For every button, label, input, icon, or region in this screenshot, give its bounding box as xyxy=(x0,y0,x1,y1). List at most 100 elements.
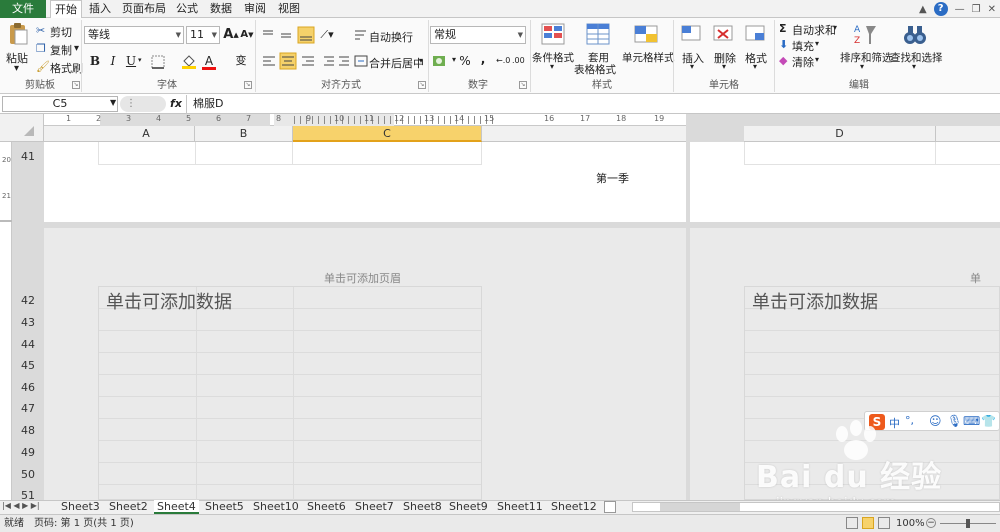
minimize-icon[interactable]: — xyxy=(955,4,965,15)
sort-dropdown-icon[interactable]: ▾ xyxy=(860,62,864,71)
insert-function-button[interactable]: fx xyxy=(168,96,184,112)
number-format-select[interactable]: 常规 ▼ xyxy=(430,26,526,44)
row-header-46[interactable]: 46 xyxy=(12,381,44,394)
page-layout-view-icon[interactable] xyxy=(862,517,874,529)
row-header-48[interactable]: 48 xyxy=(12,424,44,437)
accounting-icon[interactable] xyxy=(432,54,452,68)
copy-button[interactable]: 复制 xyxy=(50,42,72,58)
tab-page-layout[interactable]: 页面布局 xyxy=(118,0,170,18)
paste-icon[interactable] xyxy=(6,22,30,46)
indent-icons[interactable] xyxy=(322,54,352,68)
italic-button[interactable]: I xyxy=(104,52,122,70)
clipboard-launcher-icon[interactable]: ↘ xyxy=(72,81,80,89)
font-name-select[interactable]: 等线 ▼ xyxy=(84,26,184,44)
header-placeholder-right[interactable]: 单 xyxy=(970,270,981,286)
sheet-tab[interactable]: Sheet7 xyxy=(352,500,397,514)
zoom-slider-thumb[interactable] xyxy=(966,519,970,528)
bold-button[interactable]: B xyxy=(86,52,104,70)
clear-dropdown-icon[interactable]: ▾ xyxy=(815,55,819,64)
header-placeholder[interactable]: 单击可添加页眉 xyxy=(324,270,401,286)
merge-dropdown-icon[interactable]: ▾ xyxy=(419,56,423,65)
phonetic-button[interactable]: 变 xyxy=(232,52,250,70)
row-header-49[interactable]: 49 xyxy=(12,446,44,459)
sheet-tab[interactable]: Sheet5 xyxy=(202,500,247,514)
cut-button[interactable]: 剪切 xyxy=(50,24,72,40)
sheet-tab[interactable]: Sheet9 xyxy=(446,500,491,514)
zoom-level[interactable]: 100% xyxy=(896,515,925,532)
autosum-button[interactable]: 自动求和 xyxy=(792,22,836,38)
insert-dropdown-icon[interactable]: ▾ xyxy=(690,62,694,71)
delete-dropdown-icon[interactable]: ▾ xyxy=(722,62,726,71)
sheet-tab[interactable]: Sheet12 xyxy=(548,500,600,514)
sheet-nav-icons[interactable]: |◀ ◀ ▶ ▶| xyxy=(2,501,40,510)
row-header-42[interactable]: 42 xyxy=(12,294,44,307)
row-header-50[interactable]: 50 xyxy=(12,468,44,481)
tab-review[interactable]: 审阅 xyxy=(240,0,270,18)
formula-input[interactable]: 棉服D xyxy=(186,95,998,113)
minimize-ribbon-icon[interactable]: ▲ xyxy=(919,4,927,15)
fill-color-icon[interactable] xyxy=(180,52,198,70)
row-header-41[interactable]: 41 xyxy=(12,150,44,163)
restore-icon[interactable]: ❐ xyxy=(972,4,981,15)
tab-file[interactable]: 文件 xyxy=(0,0,46,18)
merge-center-button[interactable]: 合并后居中 xyxy=(369,55,424,71)
conditional-dropdown-icon[interactable]: ▾ xyxy=(550,62,554,71)
sheet-tab[interactable]: Sheet10 xyxy=(250,500,302,514)
new-sheet-icon[interactable] xyxy=(604,501,616,513)
data-placeholder-right[interactable]: 单击可添加数据 xyxy=(752,288,878,314)
sort-filter-button[interactable]: 排序和筛选 xyxy=(840,50,893,65)
autosum-dropdown-icon[interactable]: ▾ xyxy=(833,23,837,32)
orientation-icon[interactable]: ⟋▾ xyxy=(318,26,336,44)
borders-icon[interactable] xyxy=(150,54,168,70)
font-size-select[interactable]: 11 ▼ xyxy=(186,26,220,44)
sheet-tab[interactable]: Sheet8 xyxy=(400,500,445,514)
paste-dropdown-icon[interactable]: ▾ xyxy=(14,63,19,74)
format-dropdown-icon[interactable]: ▾ xyxy=(753,62,757,71)
clear-button[interactable]: 清除 xyxy=(792,54,814,70)
alignment-launcher-icon[interactable]: ↘ xyxy=(418,81,426,89)
zoom-out-icon[interactable]: − xyxy=(926,518,936,528)
tab-insert[interactable]: 插入 xyxy=(84,0,116,18)
increase-decimal-icon[interactable]: ←.0 xyxy=(496,56,510,65)
column-header-d[interactable]: D xyxy=(744,126,936,142)
data-area[interactable] xyxy=(98,286,482,501)
number-launcher-icon[interactable]: ↘ xyxy=(519,81,527,89)
sheet-tab[interactable]: Sheet6 xyxy=(304,500,349,514)
normal-view-icon[interactable] xyxy=(846,517,858,529)
copy-dropdown-icon[interactable]: ▾ xyxy=(74,43,79,54)
tab-home[interactable]: 开始 xyxy=(50,0,82,19)
decrease-decimal-icon[interactable]: .00 xyxy=(512,56,525,65)
column-header-a[interactable]: A xyxy=(98,126,195,142)
row-header-45[interactable]: 45 xyxy=(12,359,44,372)
tab-view[interactable]: 视图 xyxy=(274,0,304,18)
name-box[interactable]: C5 xyxy=(2,96,118,112)
cell-styles-button[interactable]: 单元格样式 xyxy=(622,50,675,65)
sheet-tab[interactable]: Sheet2 xyxy=(106,500,151,514)
column-header-b[interactable]: B xyxy=(195,126,293,142)
row-header-44[interactable]: 44 xyxy=(12,338,44,351)
row-header-47[interactable]: 47 xyxy=(12,402,44,415)
format-painter-button[interactable]: 格式刷 xyxy=(50,60,83,76)
row-header-43[interactable]: 43 xyxy=(12,316,44,329)
fill-button[interactable]: 填充 xyxy=(792,38,814,54)
wrap-text-button[interactable]: 自动换行 xyxy=(369,29,413,45)
font-launcher-icon[interactable]: ↘ xyxy=(244,81,252,89)
find-dropdown-icon[interactable]: ▾ xyxy=(912,62,916,71)
column-header-c[interactable]: C xyxy=(293,126,482,142)
sheet-tab[interactable]: Sheet3 xyxy=(58,500,103,514)
sheet-tab[interactable]: Sheet11 xyxy=(494,500,546,514)
scrollbar-thumb[interactable] xyxy=(660,503,740,511)
comma-button[interactable]: , xyxy=(474,50,492,68)
tab-data[interactable]: 数据 xyxy=(206,0,236,18)
tab-formulas[interactable]: 公式 xyxy=(172,0,202,18)
page-break-view-icon[interactable] xyxy=(878,517,890,529)
fill-dropdown-icon[interactable]: ▾ xyxy=(815,39,819,48)
shrink-font-button[interactable]: A▼ xyxy=(238,26,256,44)
help-icon[interactable]: ? xyxy=(933,2,948,16)
data-placeholder[interactable]: 单击可添加数据 xyxy=(106,288,232,314)
find-select-button[interactable]: 查找和选择 xyxy=(890,50,943,65)
sheet-tab-active[interactable]: Sheet4 xyxy=(154,500,199,514)
percent-button[interactable]: % xyxy=(456,52,474,70)
select-all-corner[interactable] xyxy=(0,114,44,142)
format-as-table-button[interactable]: 表格格式 xyxy=(574,62,616,77)
